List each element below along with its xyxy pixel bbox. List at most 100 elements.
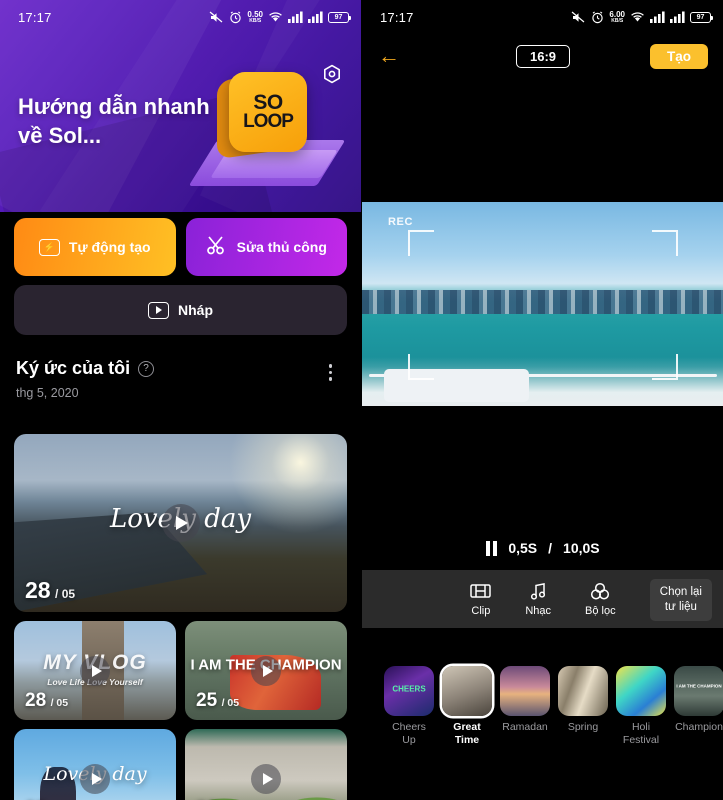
editor-top-bar: ← 16:9 Tạo [362, 34, 723, 78]
reselect-line2: tư liệu [664, 600, 697, 613]
status-bar: 17:17 0.50 KB/S 97 [0, 0, 361, 34]
network-speed-unit: KB/S [249, 17, 262, 24]
reselect-media-button[interactable]: Chọn lại tư liệu [649, 579, 712, 621]
card-date-day: 28 [25, 690, 47, 711]
harbor-railing [383, 369, 529, 402]
alarm-icon [591, 10, 604, 24]
playback-bar[interactable]: 0,5S / 10,0S [362, 540, 723, 556]
template-item[interactable]: Ramadan [500, 666, 550, 776]
aspect-ratio-button[interactable]: 16:9 [515, 44, 571, 68]
reselect-line1: Chọn lại [659, 586, 702, 598]
template-label: Cheers Up [392, 721, 426, 747]
draft-icon [148, 301, 169, 319]
hero-title: Hướng dẫn nhanh về Sol... [18, 94, 210, 149]
template-item[interactable]: Holi Festival [616, 666, 666, 776]
filter-circles-icon [590, 581, 610, 601]
mute-icon [571, 11, 586, 24]
signal-icon-1 [288, 11, 303, 23]
card-date: 28 / 05 [25, 577, 75, 604]
music-note-icon [529, 581, 548, 601]
play-icon[interactable] [251, 763, 281, 794]
editor-toolbar: Clip Nhạc Bộ lọc Chọn lại tư liệu [362, 570, 723, 628]
alarm-icon [229, 10, 242, 24]
card-date-day: 28 [25, 577, 51, 603]
manual-edit-button[interactable]: Sửa thủ công [185, 218, 347, 276]
memory-card[interactable]: MY VLOG Love Life Love Yourself 28 / 05 [14, 621, 176, 720]
wifi-icon [630, 11, 645, 23]
help-icon[interactable]: ? [138, 360, 155, 377]
template-thumbnail [558, 666, 608, 716]
manual-edit-label: Sửa thủ công [236, 238, 327, 255]
play-icon[interactable] [161, 504, 200, 542]
template-thumbnail [500, 666, 550, 716]
card-date: 28 / 05 [25, 690, 68, 712]
template-item[interactable]: Champion [674, 666, 723, 776]
video-preview[interactable]: REC [362, 202, 723, 406]
logo-text-so: SO [253, 91, 283, 114]
memories-subtitle: thg 5, 2020 [16, 386, 79, 400]
logo-text-loop: LOOP [243, 110, 294, 132]
primary-action-row: Tự động tạo Sửa thủ công [14, 218, 347, 276]
memories-title: Ký ức của tôi [16, 358, 131, 378]
right-phone-screen: 17:17 6.00 KB/S 97 ← 16:9 Tạo REC 0,5S /… [361, 0, 723, 800]
viewfinder-corner-icon [408, 230, 434, 256]
status-time: 17:17 [18, 9, 52, 25]
tool-filter[interactable]: Bộ lọc [585, 581, 616, 617]
template-item-selected[interactable]: Great Time [442, 666, 492, 776]
memory-card[interactable]: Lovely day 28 / 05 [14, 434, 347, 612]
network-speed-unit: KB/S [611, 17, 624, 24]
wifi-icon [268, 11, 283, 23]
auto-create-button[interactable]: Tự động tạo [14, 218, 176, 276]
memory-card[interactable]: 23 / 05 [185, 729, 347, 800]
playback-separator: / [548, 540, 553, 556]
play-icon[interactable] [80, 655, 110, 686]
pause-icon[interactable] [486, 540, 498, 556]
tool-clip-label: Clip [471, 605, 491, 617]
status-time: 17:17 [380, 9, 414, 25]
card-date-month: / 05 [221, 697, 240, 709]
create-button[interactable]: Tạo [649, 43, 708, 69]
scissors-icon [206, 234, 228, 259]
play-icon[interactable] [80, 763, 110, 794]
template-label: Spring [567, 721, 599, 733]
gear-icon[interactable] [319, 62, 345, 88]
template-label: Holi Festival [622, 721, 660, 747]
memory-card[interactable]: I AM THE CHAMPION 25 / 05 [185, 621, 347, 720]
template-item[interactable]: Cheers Up [384, 666, 434, 776]
battery-indicator: 97 [328, 11, 351, 23]
playback-current-time: 0,5S [508, 540, 538, 556]
draft-button[interactable]: Nháp [14, 285, 347, 335]
card-date-day: 25 [196, 690, 218, 711]
play-icon[interactable] [251, 655, 281, 686]
more-options-icon[interactable] [328, 364, 332, 381]
clip-icon [470, 581, 492, 601]
rec-label: REC [388, 216, 414, 228]
status-bar: 17:17 6.00 KB/S 97 [362, 0, 723, 34]
memory-card[interactable]: Lovely day 23 / 05 [14, 729, 176, 800]
template-label: Champion [675, 721, 723, 733]
left-phone-screen: SO LOOP Hướng dẫn nhanh về Sol... 17:17 … [0, 0, 361, 800]
tool-clip[interactable]: Clip [470, 581, 492, 617]
card-date: 25 / 05 [196, 690, 239, 712]
signal-icon-1 [650, 11, 665, 23]
logo-cube-face: SO LOOP [229, 72, 307, 152]
signal-icon-2 [308, 11, 323, 23]
harbor-boats [362, 289, 723, 315]
template-strip[interactable]: Cheers Up Great Time Ramadan Spring Holi… [362, 666, 723, 776]
auto-create-label: Tự động tạo [68, 239, 151, 255]
card-date-month: / 05 [50, 697, 69, 709]
tool-music-label: Nhạc [525, 605, 552, 617]
draft-label: Nháp [178, 302, 213, 318]
template-thumbnail [674, 666, 723, 716]
status-icons: 6.00 KB/S 97 [571, 10, 713, 24]
signal-icon-2 [670, 11, 685, 23]
template-thumbnail [384, 666, 434, 716]
card-date-month: / 05 [55, 587, 76, 601]
tool-music[interactable]: Nhạc [525, 581, 551, 617]
viewfinder-corner-icon [652, 230, 678, 256]
back-arrow-icon[interactable]: ← [378, 45, 418, 67]
mute-icon [209, 11, 224, 24]
dual-screenshot: SO LOOP Hướng dẫn nhanh về Sol... 17:17 … [0, 0, 723, 800]
memories-title-row: Ký ức của tôi ? [16, 358, 346, 379]
template-item[interactable]: Spring [558, 666, 608, 776]
